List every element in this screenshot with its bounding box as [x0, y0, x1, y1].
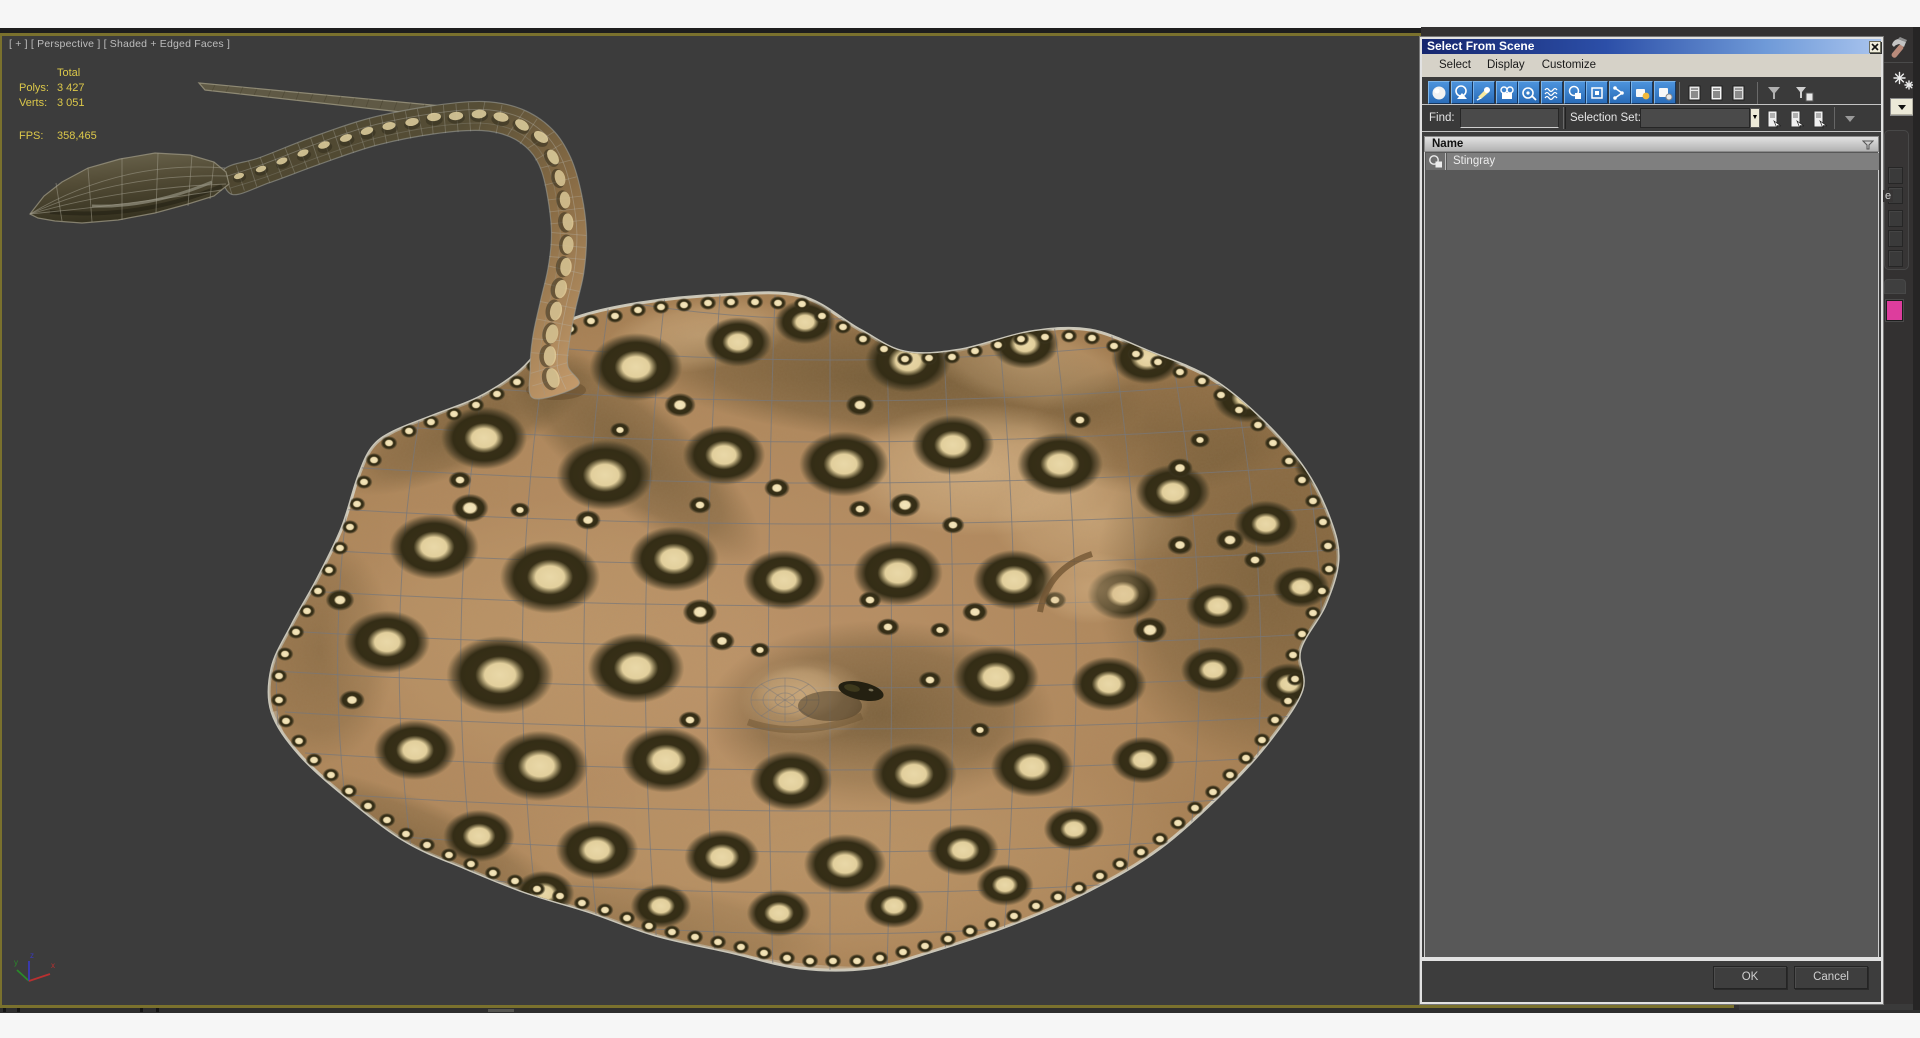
- svg-text:x: x: [51, 961, 55, 970]
- svg-text:y: y: [14, 958, 18, 967]
- svg-text:z: z: [30, 951, 34, 960]
